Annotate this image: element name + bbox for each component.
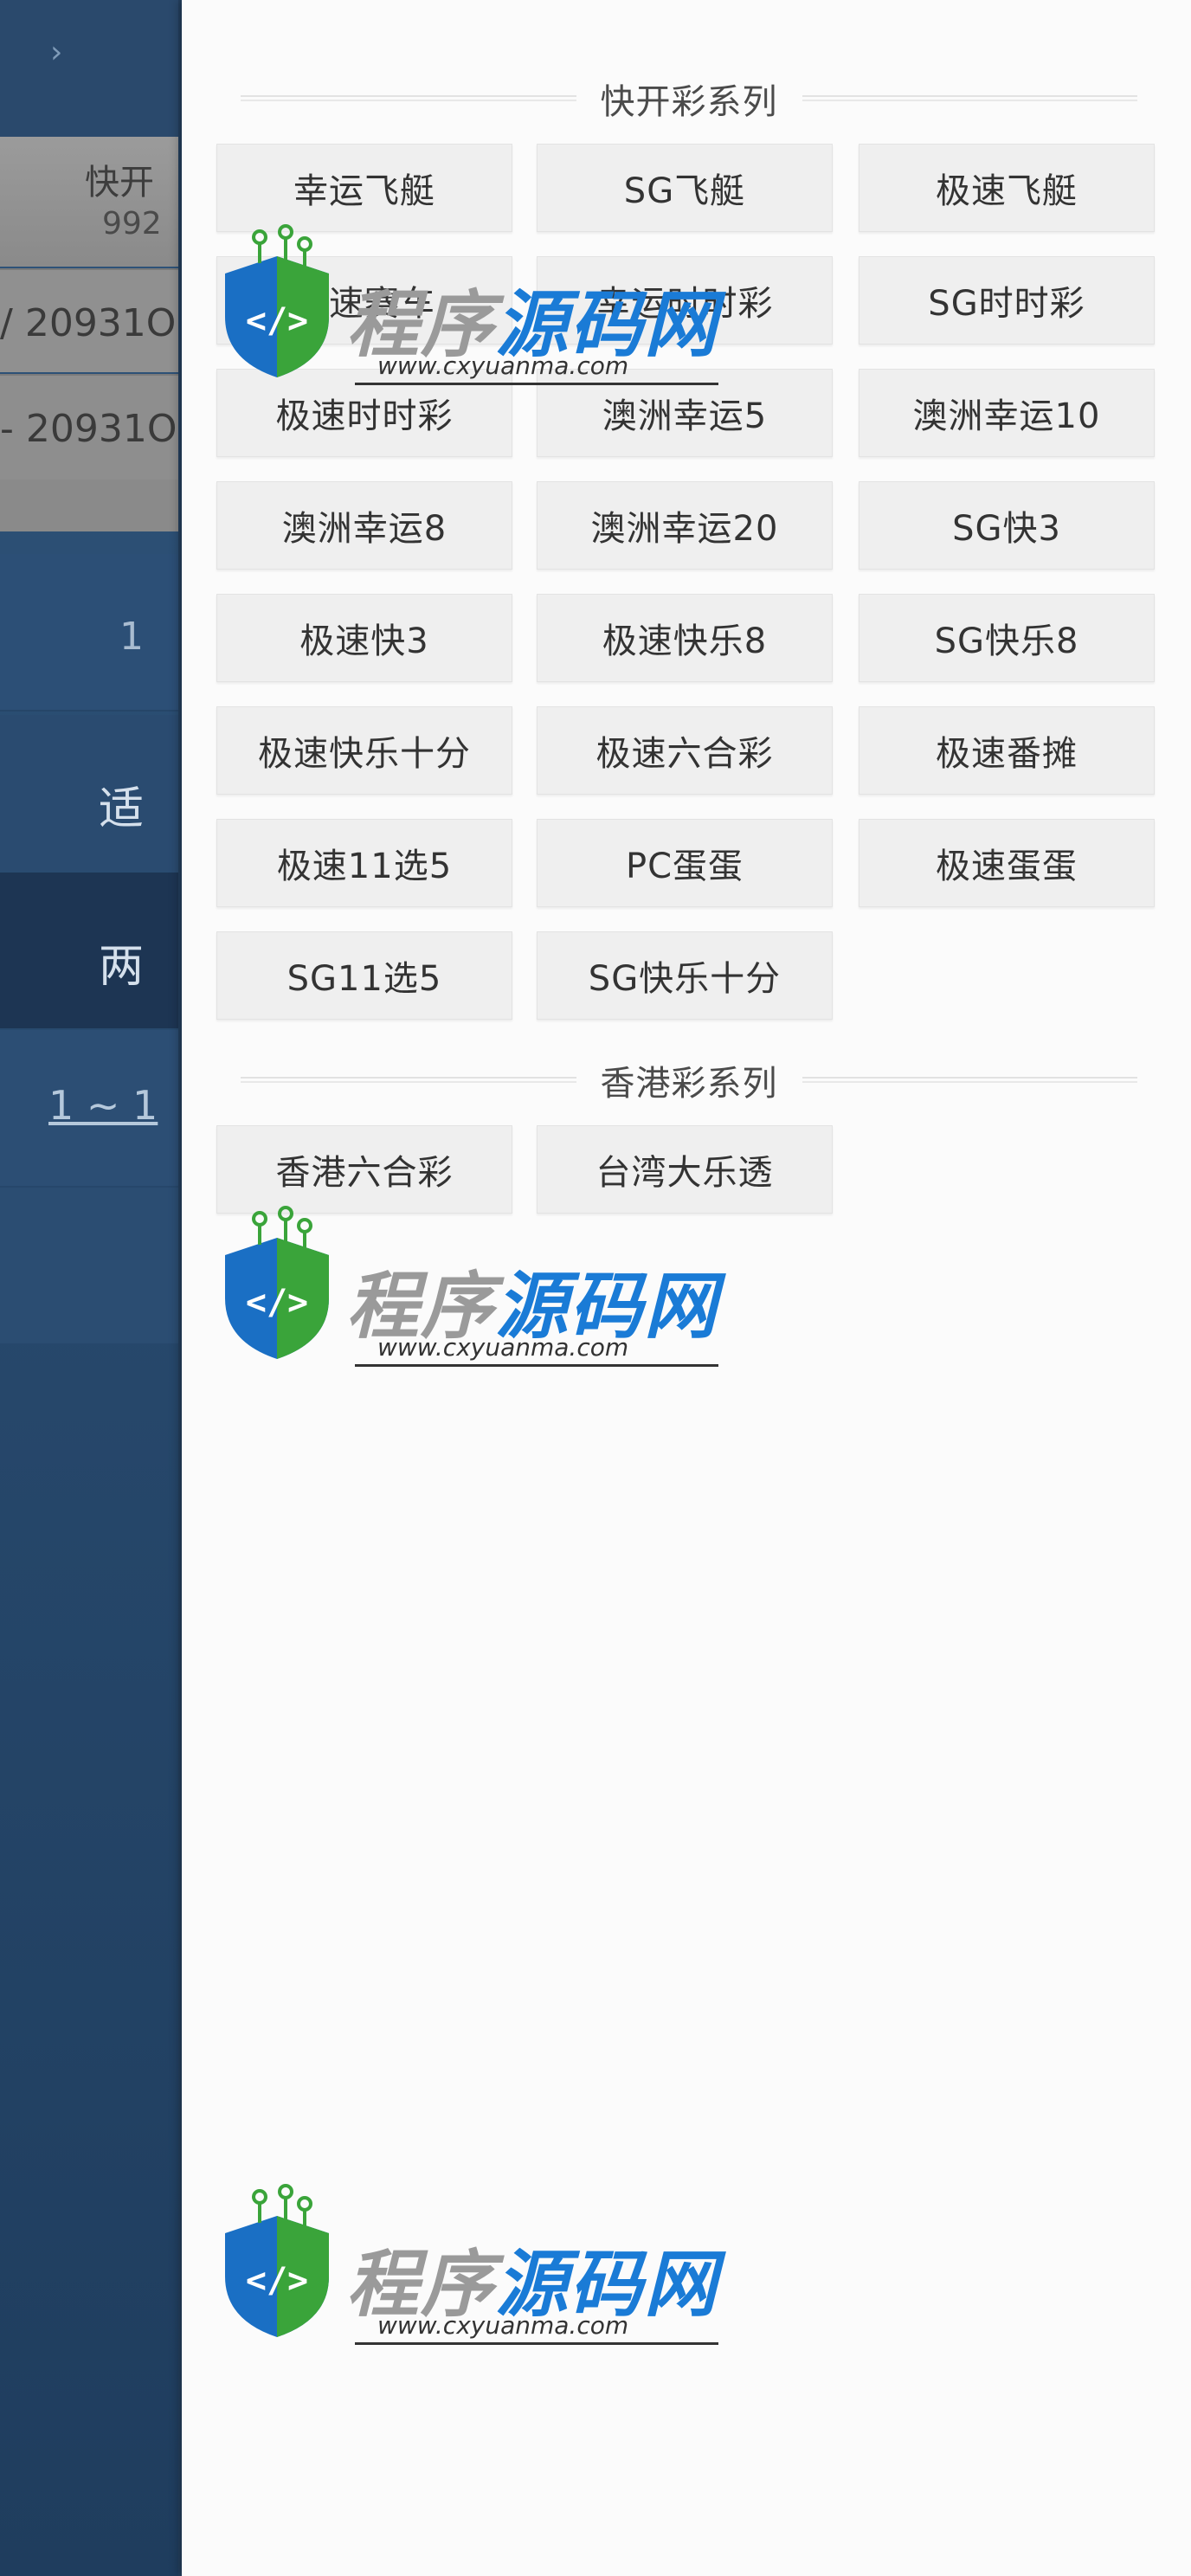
- background-nav-label: 两: [99, 941, 145, 993]
- background-nav-label: 适: [99, 783, 145, 835]
- watermark-underline: [355, 2342, 718, 2345]
- divider-line: [802, 1077, 1137, 1084]
- lottery-game-button[interactable]: SG11选5: [216, 931, 512, 1020]
- watermark-underline: [355, 1364, 718, 1367]
- background-pager-text: 1 ~ 1: [48, 1082, 158, 1129]
- background-lottery-name: 快开: [85, 163, 154, 203]
- background-result-text: - 20931O: [0, 407, 177, 451]
- lottery-game-button[interactable]: SG快3: [859, 481, 1155, 570]
- lottery-game-button[interactable]: SG飞艇: [537, 144, 833, 232]
- background-nav-block[interactable]: 1: [0, 554, 178, 712]
- lottery-game-button[interactable]: 极速六合彩: [537, 706, 833, 795]
- watermark-url: www.cxyuanma.com: [377, 2311, 629, 2340]
- chevron-icon[interactable]: ›: [50, 35, 62, 70]
- lottery-game-button[interactable]: 台湾大乐透: [537, 1125, 833, 1214]
- lottery-game-button[interactable]: 澳洲幸运20: [537, 481, 833, 570]
- lottery-game-button[interactable]: PC蛋蛋: [537, 819, 833, 907]
- watermark: </> 程序源码网 www.cxyuanma.com: [208, 1203, 727, 1368]
- svg-text:</>: </>: [246, 2261, 308, 2301]
- lottery-game-button[interactable]: 极速飞艇: [859, 144, 1155, 232]
- lottery-game-button[interactable]: 极速快3: [216, 594, 512, 682]
- lottery-game-button[interactable]: 澳洲幸运8: [216, 481, 512, 570]
- background-empty-block: [0, 1188, 178, 1345]
- lottery-game-button[interactable]: 极速快乐8: [537, 594, 833, 682]
- background-lottery-issue: 992: [102, 206, 162, 242]
- background-nav-item-active[interactable]: 两: [0, 873, 178, 1028]
- section-title: 香港彩系列: [600, 1064, 778, 1104]
- section-header-quick: 快开彩系列: [216, 73, 1162, 125]
- background-result-text: / 20931O: [0, 301, 177, 345]
- lottery-game-button[interactable]: 幸运飞艇: [216, 144, 512, 232]
- section-title: 快开彩系列: [600, 82, 778, 122]
- divider-line: [802, 95, 1137, 102]
- lottery-game-button[interactable]: SG快乐十分: [537, 931, 833, 1020]
- lottery-game-button[interactable]: SG时时彩: [859, 256, 1155, 345]
- shield-logo-icon: </>: [225, 1206, 329, 1359]
- lottery-game-button[interactable]: 极速11选5: [216, 819, 512, 907]
- watermark-url: www.cxyuanma.com: [377, 1333, 629, 1362]
- section-header-hk: 香港彩系列: [216, 1054, 1162, 1106]
- lottery-game-button[interactable]: 极速蛋蛋: [859, 819, 1155, 907]
- divider-line: [241, 1077, 576, 1084]
- lottery-game-button[interactable]: SG快乐8: [859, 594, 1155, 682]
- watermark-url: www.cxyuanma.com: [377, 351, 629, 380]
- background-nav-label: 1: [119, 615, 144, 659]
- watermark: </> 程序源码网 www.cxyuanma.com: [208, 2181, 727, 2346]
- watermark: </> 程序源码网 www.cxyuanma.com: [208, 222, 727, 386]
- divider-line: [241, 95, 576, 102]
- lottery-game-button[interactable]: 极速快乐十分: [216, 706, 512, 795]
- svg-text:</>: </>: [246, 301, 308, 341]
- shield-logo-icon: </>: [225, 224, 329, 377]
- lottery-game-button[interactable]: 澳洲幸运10: [859, 369, 1155, 457]
- lottery-game-button[interactable]: 香港六合彩: [216, 1125, 512, 1214]
- watermark-underline: [355, 383, 718, 385]
- background-pager[interactable]: 1 ~ 1: [0, 1030, 178, 1188]
- svg-text:</>: </>: [246, 1283, 308, 1323]
- lottery-game-button[interactable]: 极速番摊: [859, 706, 1155, 795]
- background-nav-item[interactable]: 适: [0, 715, 178, 871]
- shield-logo-icon: </>: [225, 2184, 329, 2337]
